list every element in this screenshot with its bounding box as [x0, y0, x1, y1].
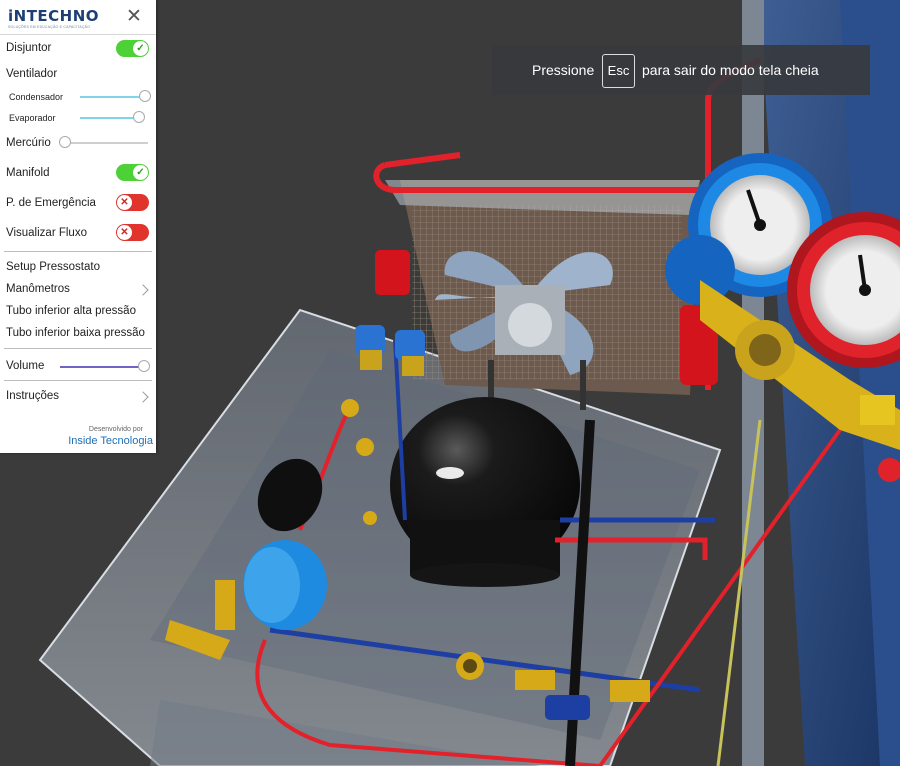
disjuntor-toggle[interactable]: ✓ — [116, 40, 149, 57]
divider — [4, 251, 152, 252]
mercurio-slider-thumb[interactable] — [59, 136, 71, 148]
logo-tagline: SOLUÇÕES EM EDUCAÇÃO E CAPACITAÇÃO — [8, 25, 91, 29]
notice-text-before: Pressione — [532, 62, 595, 78]
tubo-baixa-item[interactable]: Tubo inferior baixa pressão — [6, 327, 145, 339]
condensador-slider-thumb[interactable] — [139, 90, 151, 102]
fullscreen-notice: Pressione Esc para sair do modo tela che… — [492, 45, 870, 95]
developer-link[interactable]: Inside Tecnologia — [0, 435, 153, 447]
divider — [4, 348, 152, 349]
evaporador-label: Evaporador — [9, 113, 56, 123]
volume-slider-thumb[interactable] — [138, 360, 150, 372]
control-panel: iNTECHNO SOLUÇÕES EM EDUCAÇÃO E CAPACITA… — [0, 0, 156, 453]
manometros-item[interactable]: Manômetros — [6, 283, 70, 295]
fluxo-label: Visualizar Fluxo — [6, 227, 87, 239]
setup-pressostato-item[interactable]: Setup Pressostato — [6, 261, 100, 273]
mercurio-label: Mercúrio — [6, 137, 51, 149]
manifold-label: Manifold — [6, 167, 50, 179]
chevron-right-icon — [137, 391, 149, 403]
volume-slider[interactable] — [60, 360, 150, 372]
emergencia-label: P. de Emergência — [6, 197, 96, 209]
mercurio-slider[interactable] — [59, 136, 148, 148]
tubo-alta-item[interactable]: Tubo inferior alta pressão — [6, 305, 136, 317]
close-icon: ✕ — [117, 195, 132, 210]
fluxo-toggle[interactable]: ✕ — [116, 224, 149, 241]
notice-text-after: para sair do modo tela cheia — [642, 62, 819, 78]
instrucoes-item[interactable]: Instruções — [6, 390, 59, 402]
ventilador-label: Ventilador — [6, 68, 58, 80]
close-icon: ✕ — [117, 225, 132, 240]
esc-key-badge: Esc — [602, 54, 635, 88]
panel-header: iNTECHNO SOLUÇÕES EM EDUCAÇÃO E CAPACITA… — [0, 0, 156, 35]
evaporador-slider-thumb[interactable] — [133, 111, 145, 123]
emergencia-toggle[interactable]: ✕ — [116, 194, 149, 211]
divider — [4, 380, 152, 381]
condensador-label: Condensador — [9, 92, 64, 102]
check-icon: ✓ — [133, 41, 148, 56]
credit-caption: Desenvolvido por — [88, 426, 143, 433]
evaporador-slider[interactable] — [80, 111, 145, 123]
condensador-slider[interactable] — [80, 90, 151, 102]
intechno-logo: iNTECHNO — [8, 7, 100, 25]
check-icon: ✓ — [133, 165, 148, 180]
manifold-toggle[interactable]: ✓ — [116, 164, 149, 181]
disjuntor-label: Disjuntor — [6, 42, 52, 54]
chevron-right-icon — [137, 284, 149, 296]
volume-label: Volume — [6, 360, 45, 372]
close-icon[interactable]: ✕ — [126, 5, 142, 27]
